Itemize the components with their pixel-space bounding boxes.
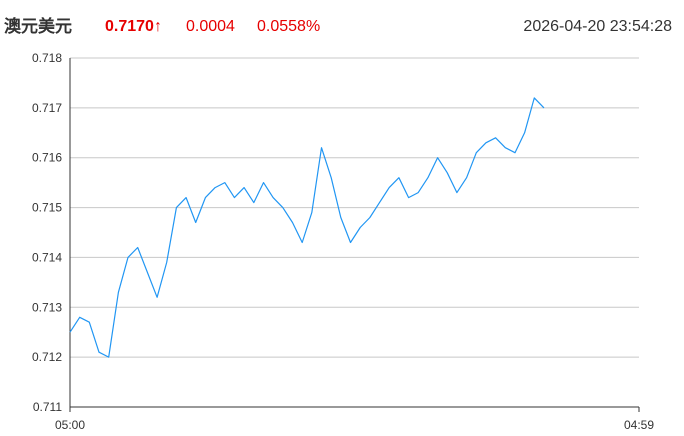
y-tick-label: 0.713 [32, 300, 62, 314]
price-series-line [69, 97, 545, 358]
y-tick-label: 0.711 [33, 400, 62, 414]
x-tick-label: 04:59 [624, 418, 654, 432]
intraday-line-chart: 0.718 0.717 0.716 0.715 0.714 0.713 0.712 0.711… [32, 51, 654, 432]
x-tick-label: 05:00 [55, 418, 85, 432]
y-tick-label: 0.718 [32, 51, 62, 65]
y-tick-label: 0.712 [32, 350, 62, 364]
y-tick-label: 0.716 [32, 151, 62, 165]
y-tick-label: 0.714 [32, 250, 62, 264]
y-tick-label: 0.715 [32, 201, 62, 215]
y-tick-label: 0.717 [32, 101, 62, 115]
